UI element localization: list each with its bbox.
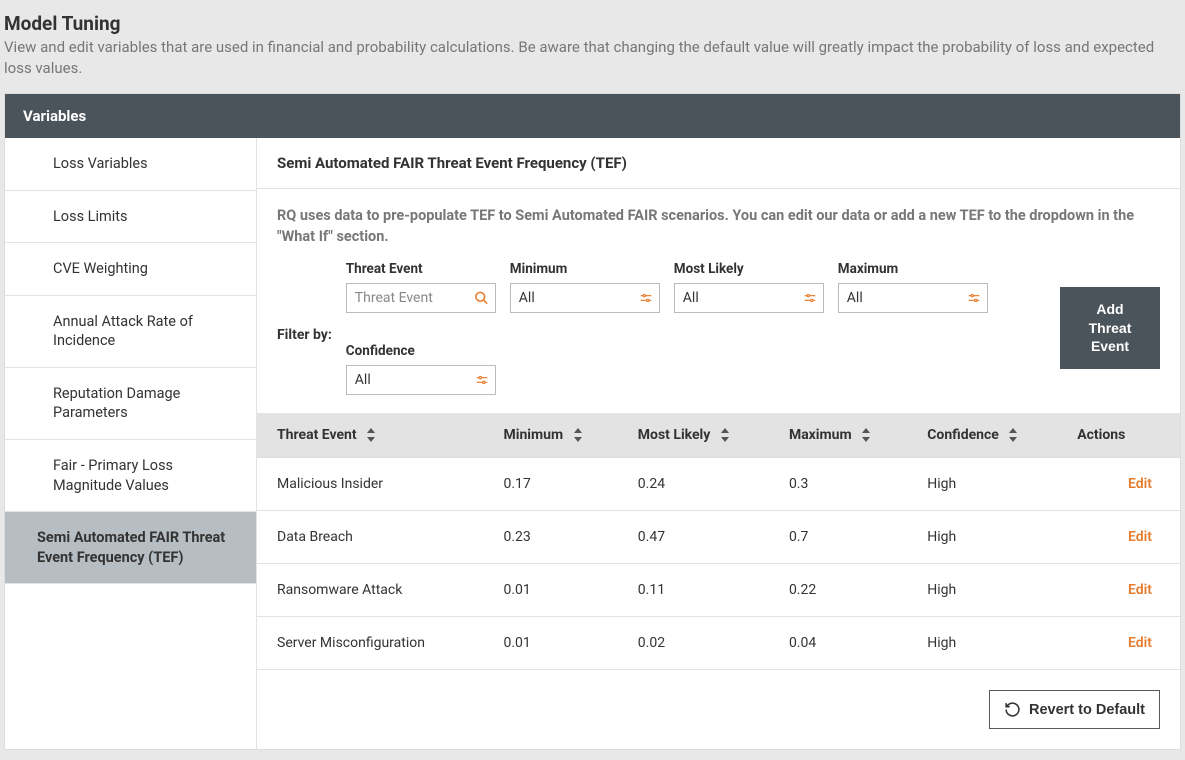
col-actions: Actions [1065, 413, 1180, 458]
add-threat-event-button[interactable]: Add Threat Event [1060, 287, 1160, 370]
col-confidence[interactable]: Confidence [915, 413, 1065, 458]
confidence-select[interactable]: All [346, 365, 496, 395]
page-title: Model Tuning [4, 12, 1181, 35]
sidebar-item-0[interactable]: Loss Variables [5, 138, 256, 191]
filter-by-label: Filter by: [277, 327, 332, 343]
col-confidence-label: Confidence [927, 427, 999, 443]
minimum-select[interactable]: All [510, 283, 660, 313]
edit-link[interactable]: Edit [1128, 476, 1152, 492]
cell-actions: Edit [1065, 564, 1180, 617]
maximum-value: All [847, 290, 863, 306]
edit-link[interactable]: Edit [1128, 582, 1152, 598]
page-subtitle: View and edit variables that are used in… [4, 37, 1181, 79]
search-icon [474, 291, 489, 306]
sidebar: Loss VariablesLoss LimitsCVE WeightingAn… [5, 138, 257, 749]
cell-most_likely: 0.47 [626, 511, 777, 564]
filter-label-threat-event: Threat Event [346, 261, 496, 277]
table-row: Data Breach0.230.470.7High Edit [257, 511, 1180, 564]
filter-row: Filter by: Threat Event Threat Event [257, 247, 1180, 413]
cell-threat_event: Server Misconfiguration [257, 617, 491, 670]
cell-confidence: High [915, 617, 1065, 670]
filter-most-likely: Most Likely All [674, 261, 824, 313]
tef-table: Threat Event Minimum [257, 413, 1180, 670]
col-threat-event-label: Threat Event [277, 427, 357, 443]
sidebar-item-5[interactable]: Fair - Primary Loss Magnitude Values [5, 440, 256, 512]
sidebar-item-3[interactable]: Annual Attack Rate of Incidence [5, 296, 256, 368]
cell-actions: Edit [1065, 617, 1180, 670]
content-area: Semi Automated FAIR Threat Event Frequen… [257, 138, 1180, 749]
cell-maximum: 0.3 [777, 458, 915, 511]
filter-label-confidence: Confidence [346, 343, 496, 359]
cell-threat_event: Malicious Insider [257, 458, 491, 511]
cell-minimum: 0.17 [491, 458, 625, 511]
sidebar-item-2[interactable]: CVE Weighting [5, 243, 256, 296]
cell-minimum: 0.01 [491, 617, 625, 670]
sliders-icon [967, 291, 981, 305]
most-likely-select[interactable]: All [674, 283, 824, 313]
variables-panel: Variables Loss VariablesLoss LimitsCVE W… [4, 93, 1181, 750]
revert-icon [1004, 701, 1021, 718]
sort-icon [720, 428, 730, 442]
threat-event-placeholder: Threat Event [355, 290, 433, 306]
sort-icon [573, 428, 583, 442]
edit-link[interactable]: Edit [1128, 635, 1152, 651]
sort-icon [1008, 428, 1018, 442]
edit-link[interactable]: Edit [1128, 529, 1152, 545]
sort-icon [861, 428, 871, 442]
cell-maximum: 0.7 [777, 511, 915, 564]
cell-maximum: 0.22 [777, 564, 915, 617]
filter-threat-event: Threat Event Threat Event [346, 261, 496, 313]
cell-actions: Edit [1065, 511, 1180, 564]
cell-minimum: 0.23 [491, 511, 625, 564]
col-most-likely-label: Most Likely [638, 427, 711, 443]
col-minimum-label: Minimum [503, 427, 563, 443]
cell-most_likely: 0.11 [626, 564, 777, 617]
table-row: Malicious Insider0.170.240.3High Edit [257, 458, 1180, 511]
sort-icon [366, 428, 376, 442]
sidebar-item-4[interactable]: Reputation Damage Parameters [5, 368, 256, 440]
col-threat-event[interactable]: Threat Event [257, 413, 491, 458]
most-likely-value: All [683, 290, 699, 306]
content-description: RQ uses data to pre-populate TEF to Semi… [257, 189, 1180, 247]
cell-threat_event: Ransomware Attack [257, 564, 491, 617]
content-title: Semi Automated FAIR Threat Event Frequen… [257, 138, 1180, 189]
table-row: Server Misconfiguration0.010.020.04High E… [257, 617, 1180, 670]
cell-confidence: High [915, 511, 1065, 564]
sliders-icon [803, 291, 817, 305]
revert-label: Revert to Default [1029, 702, 1145, 718]
panel-header: Variables [5, 94, 1180, 138]
filter-label-maximum: Maximum [838, 261, 988, 277]
cell-confidence: High [915, 564, 1065, 617]
sidebar-item-1[interactable]: Loss Limits [5, 191, 256, 244]
cell-actions: Edit [1065, 458, 1180, 511]
filter-maximum: Maximum All [838, 261, 988, 313]
col-most-likely[interactable]: Most Likely [626, 413, 777, 458]
cell-confidence: High [915, 458, 1065, 511]
filter-label-minimum: Minimum [510, 261, 660, 277]
filter-minimum: Minimum All [510, 261, 660, 313]
cell-threat_event: Data Breach [257, 511, 491, 564]
maximum-select[interactable]: All [838, 283, 988, 313]
filter-label-most-likely: Most Likely [674, 261, 824, 277]
threat-event-input[interactable]: Threat Event [346, 283, 496, 313]
minimum-value: All [519, 290, 535, 306]
cell-maximum: 0.04 [777, 617, 915, 670]
cell-most_likely: 0.24 [626, 458, 777, 511]
filter-confidence: Confidence All [346, 343, 496, 395]
cell-minimum: 0.01 [491, 564, 625, 617]
sliders-icon [475, 373, 489, 387]
confidence-value: All [355, 372, 371, 388]
revert-to-default-button[interactable]: Revert to Default [989, 690, 1160, 729]
col-minimum[interactable]: Minimum [491, 413, 625, 458]
col-maximum[interactable]: Maximum [777, 413, 915, 458]
cell-most_likely: 0.02 [626, 617, 777, 670]
table-row: Ransomware Attack0.010.110.22High Edit [257, 564, 1180, 617]
sidebar-item-6[interactable]: Semi Automated FAIR Threat Event Frequen… [5, 512, 256, 584]
sliders-icon [639, 291, 653, 305]
col-maximum-label: Maximum [789, 427, 852, 443]
